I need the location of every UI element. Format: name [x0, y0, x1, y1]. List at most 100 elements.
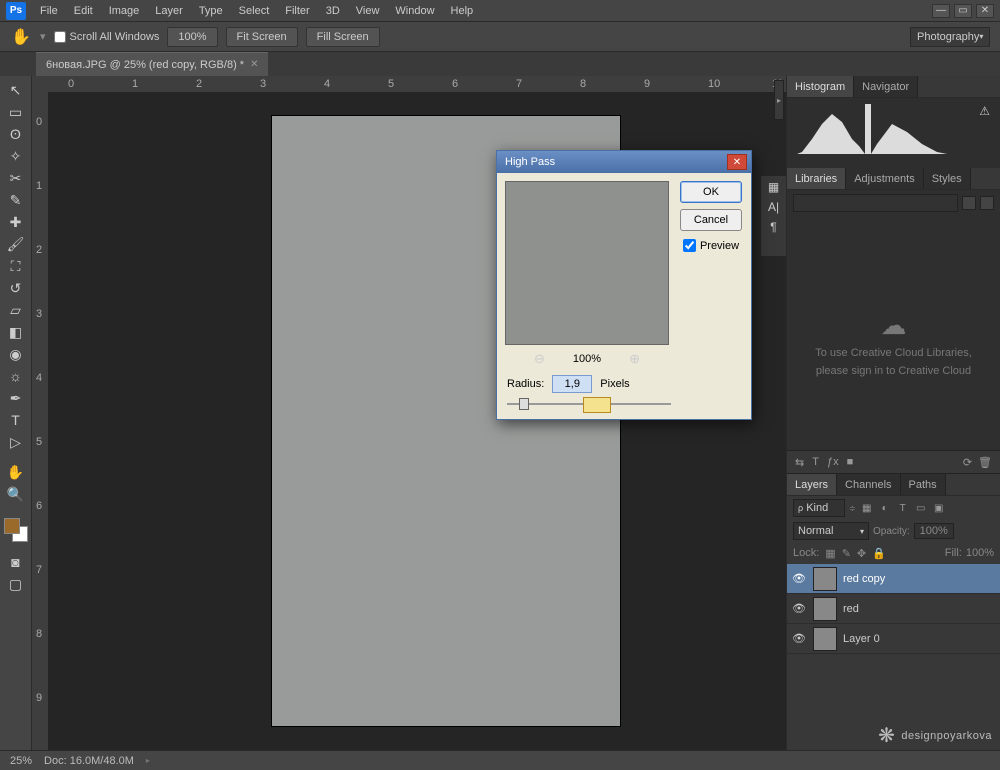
minimize-button[interactable]: — — [932, 4, 950, 18]
lock-brush-icon[interactable]: ✎ — [842, 547, 851, 560]
restore-button[interactable]: ▭ — [954, 4, 972, 18]
visibility-toggle-icon[interactable]: 👁 — [791, 572, 807, 585]
marquee-tool-icon[interactable]: ▭ — [4, 102, 28, 122]
swatch-mini-icon[interactable]: ■ — [847, 456, 854, 468]
fill-value[interactable]: 100% — [966, 547, 994, 559]
scroll-all-input[interactable] — [54, 31, 66, 43]
trash-effects-icon[interactable]: 🗑 — [978, 456, 992, 469]
dodge-tool-icon[interactable]: ☼ — [4, 366, 28, 386]
menu-window[interactable]: Window — [387, 1, 442, 21]
menu-layer[interactable]: Layer — [147, 1, 191, 21]
lib-view-grid-icon[interactable] — [962, 196, 976, 210]
layer-item-red-copy[interactable]: 👁 red copy — [787, 564, 1000, 594]
filter-type-icon[interactable]: T — [896, 501, 910, 515]
sync-icon[interactable]: ⟳ — [963, 456, 972, 469]
blend-mode-dropdown[interactable]: Normal▾ — [793, 522, 869, 540]
path-select-tool-icon[interactable]: ▷ — [4, 432, 28, 452]
healing-brush-tool-icon[interactable]: ✚ — [4, 212, 28, 232]
libraries-dropdown[interactable] — [793, 194, 958, 212]
histogram-tab[interactable]: Histogram — [787, 76, 854, 97]
paths-tab[interactable]: Paths — [901, 474, 946, 495]
foreground-color-swatch[interactable] — [4, 518, 20, 534]
preview-checkbox[interactable]: Preview — [683, 239, 739, 252]
menu-3d[interactable]: 3D — [318, 1, 348, 21]
menu-select[interactable]: Select — [231, 1, 278, 21]
stamp-tool-icon[interactable]: ⛶ — [4, 256, 28, 276]
ok-button[interactable]: OK — [680, 181, 742, 203]
quick-mask-icon[interactable]: ◙ — [4, 552, 28, 572]
status-doc-size[interactable]: Doc: 16.0M/48.0M — [44, 755, 134, 767]
layer-item-red[interactable]: 👁 red — [787, 594, 1000, 624]
menu-type[interactable]: Type — [191, 1, 231, 21]
brush-tool-icon[interactable]: 🖌 — [4, 234, 28, 254]
workspace-selector[interactable]: Photography▾ — [910, 27, 990, 47]
filter-shape-icon[interactable]: ▭ — [914, 501, 928, 515]
layer-item-layer0[interactable]: 👁 Layer 0 — [787, 624, 1000, 654]
menu-help[interactable]: Help — [443, 1, 482, 21]
menu-file[interactable]: File — [32, 1, 66, 21]
crop-tool-icon[interactable]: ✂ — [4, 168, 28, 188]
channels-tab[interactable]: Channels — [837, 474, 900, 495]
document-tab[interactable]: 6новая.JPG @ 25% (red copy, RGB/8) * ✕ — [36, 52, 268, 76]
visibility-toggle-icon[interactable]: 👁 — [791, 602, 807, 615]
lock-pixels-icon[interactable]: ▦ — [825, 547, 835, 560]
menu-edit[interactable]: Edit — [66, 1, 101, 21]
layer-kind-filter[interactable]: ρ Kind — [793, 499, 845, 517]
radius-input[interactable] — [552, 375, 592, 393]
eraser-tool-icon[interactable]: ▱ — [4, 300, 28, 320]
lock-all-icon[interactable]: 🔒 — [872, 547, 886, 560]
magic-wand-tool-icon[interactable]: ✧ — [4, 146, 28, 166]
status-zoom[interactable]: 25% — [10, 755, 32, 767]
fill-screen-button[interactable]: Fill Screen — [306, 27, 380, 47]
move-tool-icon[interactable]: ↖ — [4, 80, 28, 100]
char-panel-icon[interactable]: A| — [768, 200, 779, 214]
screen-mode-icon[interactable]: ▢ — [4, 574, 28, 594]
eyedropper-tool-icon[interactable]: ✎ — [4, 190, 28, 210]
libraries-tab[interactable]: Libraries — [787, 168, 846, 189]
slider-thumb[interactable] — [519, 398, 529, 410]
radius-slider[interactable] — [497, 399, 751, 419]
filter-adjust-icon[interactable]: ◐ — [878, 501, 892, 515]
scroll-all-windows-checkbox[interactable]: Scroll All Windows — [54, 31, 160, 43]
hand-tool-icon-toolbox[interactable]: ✋ — [4, 462, 28, 482]
navigator-tab[interactable]: Navigator — [854, 76, 918, 97]
lock-position-icon[interactable]: ✥ — [857, 547, 866, 560]
filter-preview[interactable] — [505, 181, 669, 345]
zoom-tool-icon[interactable]: 🔍 — [4, 484, 28, 504]
color-swatches[interactable] — [4, 518, 28, 542]
pen-tool-icon[interactable]: ✒ — [4, 388, 28, 408]
gradient-tool-icon[interactable]: ◧ — [4, 322, 28, 342]
lasso-tool-icon[interactable]: ʘ — [4, 124, 28, 144]
visibility-toggle-icon[interactable]: 👁 — [791, 632, 807, 645]
adjustments-tab[interactable]: Adjustments — [846, 168, 924, 189]
opacity-value[interactable]: 100% — [914, 523, 954, 539]
history-brush-tool-icon[interactable]: ↺ — [4, 278, 28, 298]
menu-image[interactable]: Image — [101, 1, 148, 21]
fx-icon[interactable]: ƒx — [827, 456, 839, 468]
fit-screen-button[interactable]: Fit Screen — [226, 27, 298, 47]
menu-view[interactable]: View — [348, 1, 388, 21]
type-mini-icon[interactable]: T — [812, 456, 819, 468]
menu-filter[interactable]: Filter — [277, 1, 317, 21]
lib-view-list-icon[interactable] — [980, 196, 994, 210]
layers-tab[interactable]: Layers — [787, 474, 837, 495]
histogram-warning-icon[interactable]: ⚠ — [979, 104, 990, 118]
dialog-close-button[interactable]: ✕ — [727, 154, 747, 170]
zoom-100-button[interactable]: 100% — [167, 27, 217, 47]
filter-pixel-icon[interactable]: ▦ — [860, 501, 874, 515]
cancel-button[interactable]: Cancel — [680, 209, 742, 231]
filter-smart-icon[interactable]: ▣ — [932, 501, 946, 515]
zoom-out-icon[interactable]: ⊖ — [534, 351, 545, 367]
styles-tab[interactable]: Styles — [924, 168, 971, 189]
blur-tool-icon[interactable]: ◉ — [4, 344, 28, 364]
close-tab-icon[interactable]: ✕ — [250, 59, 258, 70]
zoom-in-icon[interactable]: ⊕ — [629, 351, 640, 367]
dialog-titlebar[interactable]: High Pass ✕ — [497, 151, 751, 173]
panel-collapse-handle[interactable]: ▸ — [774, 80, 784, 120]
paragraph-panel-icon[interactable]: ¶ — [770, 220, 776, 234]
close-window-button[interactable]: ✕ — [976, 4, 994, 18]
preview-checkbox-input[interactable] — [683, 239, 696, 252]
link-icon[interactable]: ⇆ — [795, 456, 804, 469]
type-tool-icon[interactable]: T — [4, 410, 28, 430]
histogram-collapsed-icon[interactable]: ▦ — [768, 180, 779, 194]
